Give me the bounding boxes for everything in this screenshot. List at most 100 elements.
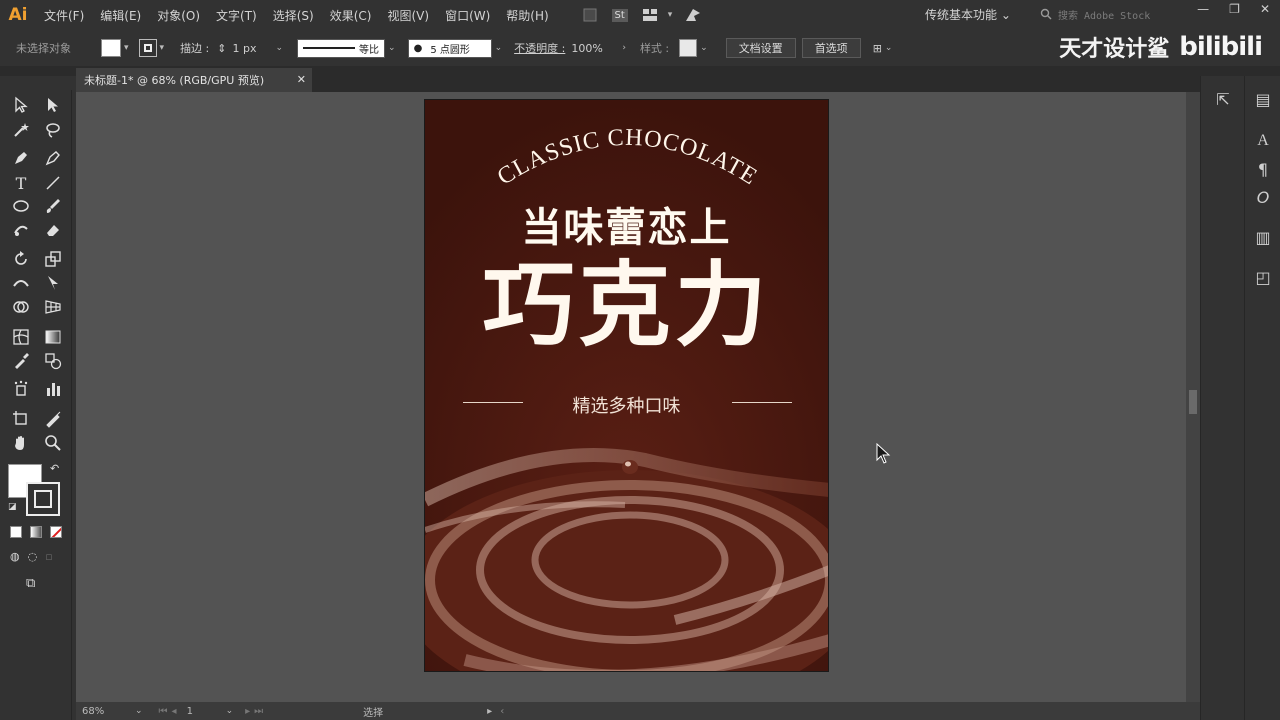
chevron-down-icon[interactable]: ⌄ (135, 706, 143, 716)
chevron-down-icon[interactable]: ▾ (160, 43, 165, 53)
zoom-level[interactable]: 68% (82, 706, 132, 717)
bridge-icon[interactable] (581, 6, 599, 24)
menu-view[interactable]: 视图(V) (379, 7, 437, 24)
stroke-weight-value[interactable]: 1 px (232, 42, 272, 55)
menu-edit[interactable]: 编辑(E) (92, 7, 149, 24)
color-mode-icon[interactable] (10, 526, 22, 538)
draw-inside-icon[interactable]: ▫ (45, 550, 52, 563)
chevron-down-icon[interactable]: ⌄ (275, 43, 283, 53)
swap-fill-stroke-icon[interactable]: ↶ (50, 462, 59, 475)
artboard[interactable]: CLASSIC CHOCOLATE 当味蕾恋上 巧克力 精选多种口味 (424, 99, 829, 672)
lasso-icon[interactable] (42, 119, 64, 141)
menu-object[interactable]: 对象(O) (149, 7, 208, 24)
export-icon[interactable]: ⇱ (1209, 90, 1237, 109)
first-artboard-icon[interactable]: ⏮ (159, 706, 168, 717)
opentype-icon[interactable]: O (1249, 188, 1277, 207)
shape-builder-icon[interactable] (10, 296, 32, 318)
graphic-style-swatch[interactable] (679, 39, 698, 57)
ellipse-icon[interactable] (10, 195, 32, 217)
next-artboard-icon[interactable]: ▸ (245, 706, 250, 717)
arrange-icon[interactable]: ⊞ (873, 42, 882, 55)
document-setup-button[interactable]: 文档设置 (725, 38, 796, 58)
chevron-down-icon[interactable]: ⌄ (700, 43, 708, 53)
chevron-down-icon[interactable]: ⌄ (495, 43, 503, 53)
scale-icon[interactable] (42, 248, 64, 270)
chevron-down-icon[interactable]: ▾ (124, 43, 129, 53)
pen-icon[interactable] (10, 147, 32, 169)
menu-window[interactable]: 窗口(W) (437, 7, 498, 24)
eraser-icon[interactable] (42, 219, 64, 241)
column-graph-icon[interactable] (42, 378, 64, 400)
character-icon[interactable]: A (1249, 132, 1277, 150)
menu-file[interactable]: 文件(F) (36, 7, 92, 24)
minimize-button[interactable]: — (1197, 2, 1209, 16)
document-tab[interactable]: 未标题-1* @ 68% (RGB/GPU 预览) ✕ (76, 68, 312, 92)
last-artboard-icon[interactable]: ⏭ (254, 706, 263, 717)
chevron-right-icon[interactable]: › (622, 43, 626, 53)
pathfinder-icon[interactable]: ◰ (1249, 268, 1277, 287)
blend-icon[interactable] (42, 350, 64, 372)
screen-mode-icon[interactable]: ⧉ (26, 576, 35, 591)
scroll-thumb[interactable] (1189, 390, 1197, 414)
draw-behind-icon[interactable]: ◌ (28, 550, 38, 563)
workspace-switcher[interactable]: 传统基本功能 ⌄ (925, 6, 1011, 23)
maximize-button[interactable]: ❐ (1229, 2, 1240, 16)
menu-effect[interactable]: 效果(C) (322, 7, 380, 24)
gpu-performance-icon[interactable] (684, 6, 702, 24)
stroke-weight-stepper[interactable]: ⇕ (217, 42, 226, 55)
bilibili-logo: bilibili (1179, 32, 1263, 62)
mesh-icon[interactable] (10, 326, 32, 348)
paragraph-icon[interactable]: ¶ (1249, 160, 1277, 179)
fill-swatch[interactable] (101, 39, 121, 57)
line-segment-icon[interactable] (42, 172, 64, 194)
curvature-icon[interactable] (42, 147, 64, 169)
paintbrush-icon[interactable] (42, 195, 64, 217)
eyedropper-icon[interactable] (10, 350, 32, 372)
status-menu-arrow-icon[interactable]: ▸ (487, 706, 492, 717)
artboard-icon[interactable] (10, 408, 32, 430)
puppet-warp-icon[interactable] (42, 272, 64, 294)
stock-icon[interactable]: St (611, 6, 629, 24)
slice-icon[interactable] (42, 408, 64, 430)
prev-artboard-icon[interactable]: ◂ (172, 706, 177, 717)
perspective-grid-icon[interactable] (42, 296, 64, 318)
stroke-color-swatch[interactable] (26, 482, 60, 516)
none-mode-icon[interactable] (50, 526, 62, 538)
default-colors-icon[interactable]: ◪ (8, 502, 17, 512)
align-icon[interactable]: ▥ (1249, 228, 1277, 247)
close-icon[interactable]: ✕ (297, 73, 306, 86)
shaper-icon[interactable] (10, 219, 32, 241)
preferences-button[interactable]: 首选项 (801, 38, 861, 58)
chevron-down-icon[interactable]: ⌄ (388, 43, 396, 53)
type-icon[interactable]: T (10, 172, 32, 194)
close-button[interactable]: ✕ (1260, 2, 1270, 16)
stock-search-field[interactable]: 搜索 Adobe Stock (1040, 5, 1168, 23)
chevron-down-icon[interactable]: ⌄ (226, 706, 234, 716)
variable-width-profile[interactable]: 等比 (297, 38, 386, 58)
hand-icon[interactable] (10, 432, 32, 454)
libraries-icon[interactable]: ▤ (1249, 90, 1277, 109)
artboard-number[interactable]: 1 (187, 706, 223, 717)
scroll-left-icon[interactable]: ‹ (500, 706, 504, 717)
draw-normal-icon[interactable]: ◍ (10, 550, 20, 563)
menu-type[interactable]: 文字(T) (208, 7, 265, 24)
brush-dot-icon: ● (413, 42, 423, 54)
opacity-label[interactable]: 不透明度 : (514, 40, 565, 56)
symbol-sprayer-icon[interactable] (10, 378, 32, 400)
width-tool-icon[interactable] (10, 272, 32, 294)
menu-help[interactable]: 帮助(H) (498, 7, 556, 24)
zoom-icon[interactable] (42, 432, 64, 454)
magic-wand-icon[interactable] (10, 119, 32, 141)
direct-selection-tool-icon[interactable] (42, 94, 64, 116)
vertical-scrollbar[interactable] (1186, 92, 1200, 702)
selection-tool-icon[interactable] (10, 94, 32, 116)
brush-definition[interactable]: ● 5 点圆形 (407, 38, 492, 58)
opacity-value[interactable]: 100% (571, 42, 619, 55)
menu-select[interactable]: 选择(S) (265, 7, 322, 24)
arrange-documents-icon[interactable] (641, 6, 659, 24)
gradient-mode-icon[interactable] (30, 526, 42, 538)
stroke-swatch[interactable] (138, 39, 157, 57)
chevron-down-icon[interactable]: ⌄ (885, 43, 893, 53)
gradient-icon[interactable] (42, 326, 64, 348)
rotate-icon[interactable] (10, 248, 32, 270)
